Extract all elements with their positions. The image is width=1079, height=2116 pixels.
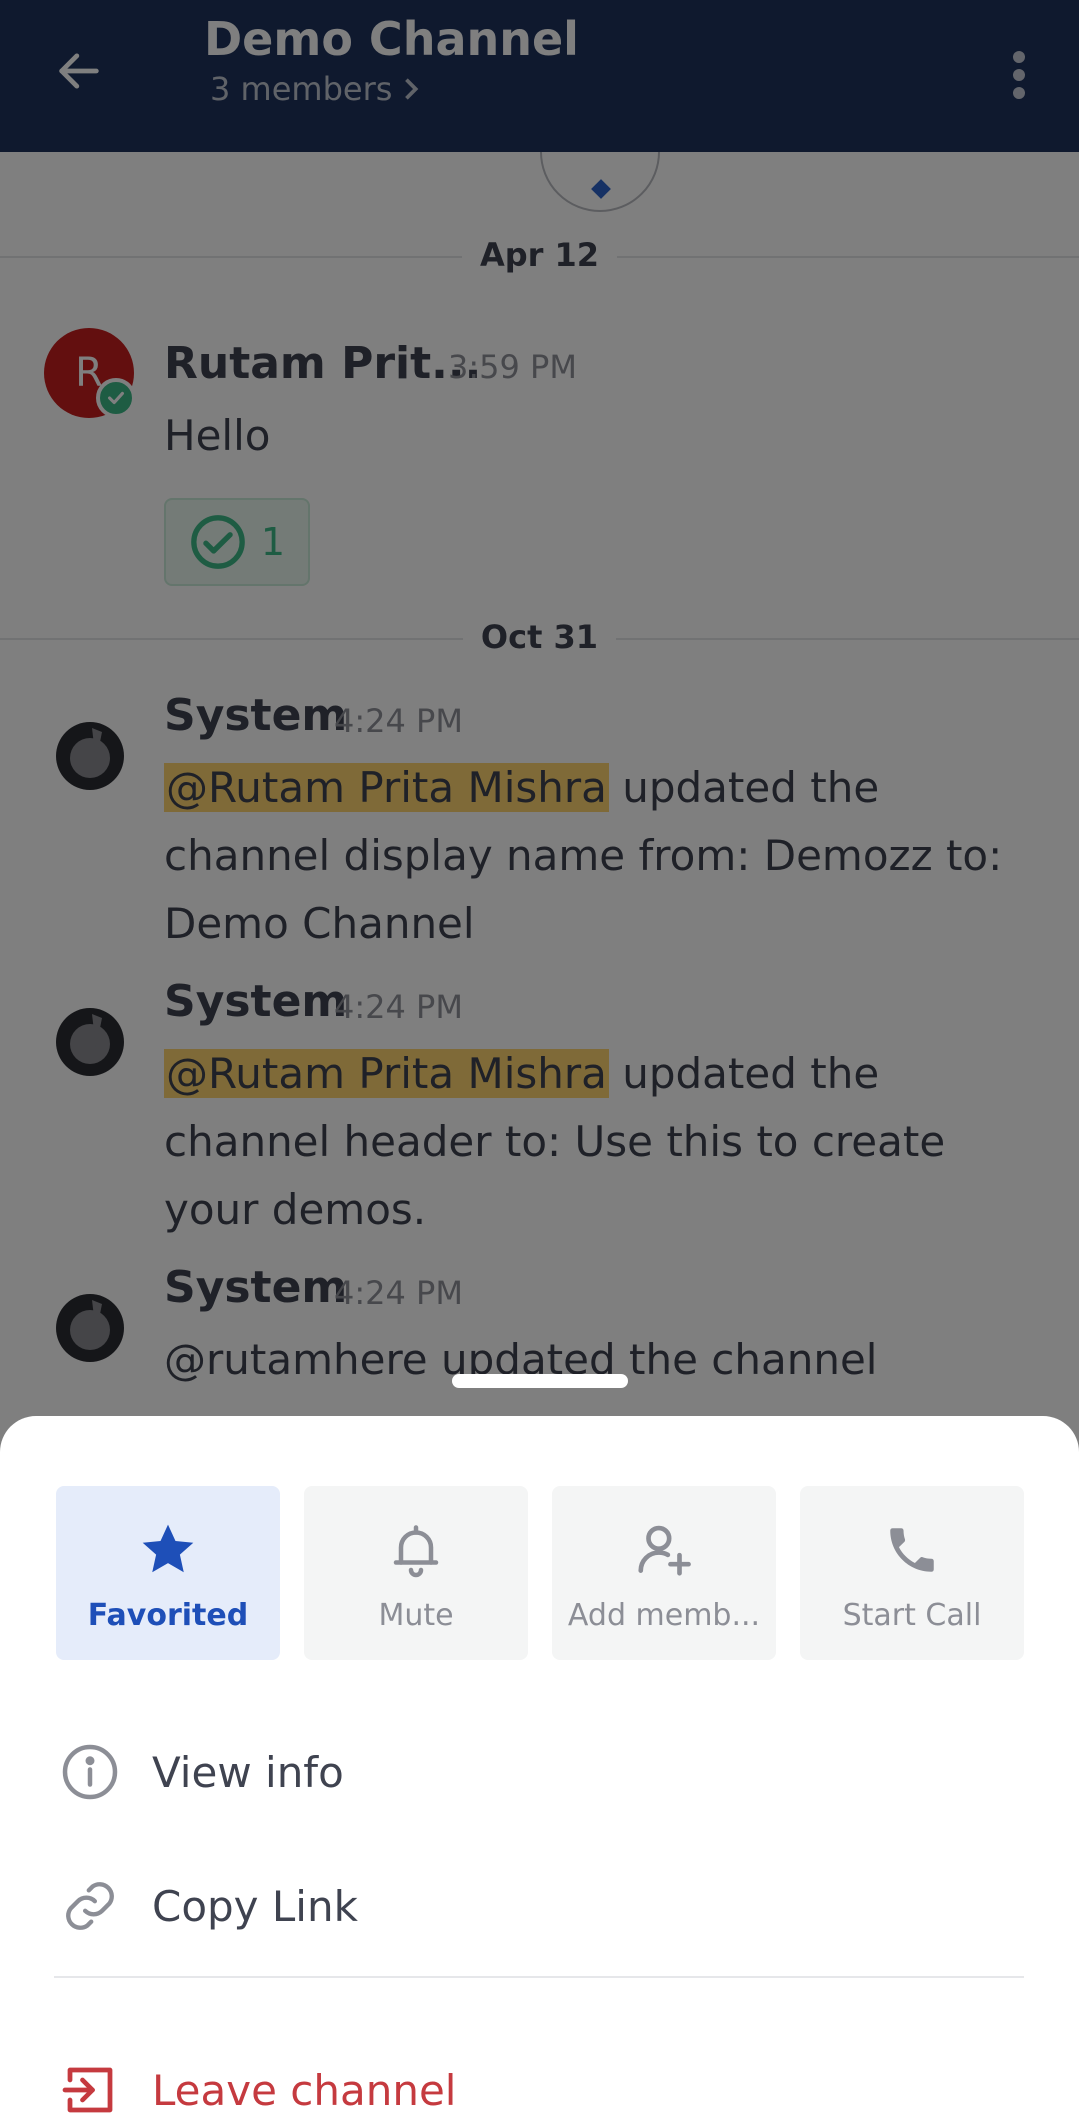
add-members-button[interactable]: Add memb...: [552, 1486, 776, 1660]
view-info-item[interactable]: View info: [0, 1712, 1079, 1832]
start-call-button[interactable]: Start Call: [800, 1486, 1024, 1660]
phone-icon: [890, 1528, 934, 1572]
bell-icon: [393, 1525, 439, 1578]
sheet-drag-handle[interactable]: [452, 1374, 628, 1388]
mute-button[interactable]: Mute: [304, 1486, 528, 1660]
info-icon: [62, 1744, 118, 1800]
star-icon: [142, 1524, 194, 1573]
add-member-icon: [638, 1525, 691, 1576]
favorite-button[interactable]: Favorited: [56, 1486, 280, 1660]
leave-channel-item[interactable]: Leave channel: [0, 2030, 1079, 2116]
copy-link-item[interactable]: Copy Link: [0, 1846, 1079, 1966]
menu-divider: [54, 1976, 1024, 1978]
leave-icon: [62, 2067, 113, 2113]
link-icon: [66, 1882, 114, 1930]
channel-actions-sheet: Favorited Mute Add memb... Start Call Vi…: [0, 1416, 1079, 2116]
